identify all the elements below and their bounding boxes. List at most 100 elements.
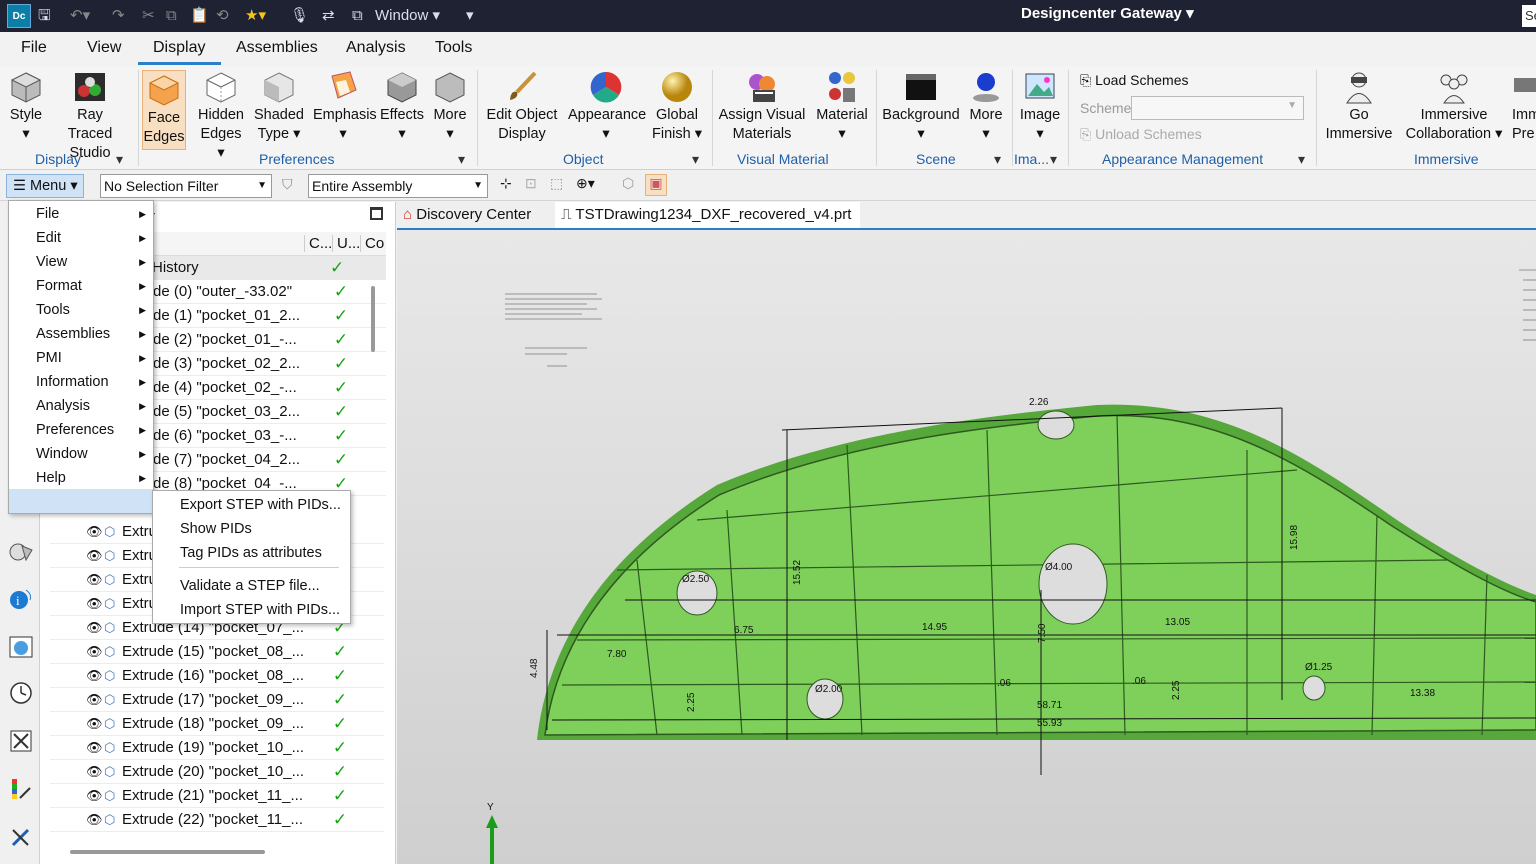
group-display-expand-icon[interactable]: ▾ — [116, 151, 123, 168]
menu-item-format[interactable]: Format ▶ — [9, 274, 153, 298]
menu-item-import-step-pids[interactable]: Import STEP with PIDs... — [180, 599, 340, 621]
tab-analysis[interactable]: Analysis — [346, 39, 406, 57]
copy-icon[interactable]: ⧉ — [166, 4, 177, 28]
menu-item-information[interactable]: Information ▶ — [9, 370, 153, 394]
favorites-star-icon[interactable]: ★▾ — [245, 4, 266, 28]
window-menu[interactable]: Window ▾ — [375, 4, 440, 28]
quick-access-more-icon[interactable]: ▾ — [466, 4, 474, 28]
visibility-eye-icon[interactable]: 👁 — [86, 664, 103, 687]
shaded-type-button[interactable]: Shaded Type ▾ — [254, 70, 304, 144]
group-image-expand-icon[interactable]: ▾ — [1050, 151, 1057, 168]
visibility-eye-icon[interactable]: 👁 — [86, 808, 103, 831]
menu-item-assemblies[interactable]: Assemblies ▶ — [9, 322, 153, 346]
more-display-button[interactable]: More ▾ — [430, 70, 470, 144]
visibility-eye-icon[interactable]: 👁 — [86, 736, 103, 759]
paste-icon[interactable]: 📋 — [190, 4, 209, 28]
cad-model-view[interactable]: 2.26 Ø2.50 15.52 Ø4.00 15.98 6.75 14.95 13.05 7.… — [397, 230, 1536, 864]
visibility-eye-icon[interactable]: 👁 — [86, 760, 103, 783]
menu-item-show-pids[interactable]: Show PIDs — [180, 518, 252, 540]
feature-row[interactable]: 👁 ⬡ Extrude (16) "pocket_08_... ✓ — [50, 664, 384, 688]
history-row[interactable]: History ✓ — [140, 256, 386, 280]
select-component-icon[interactable]: ⬚ — [550, 175, 563, 192]
hidden-edges-button[interactable]: Hidden Edges ▾ — [196, 70, 246, 163]
assembly-scope-dropdown[interactable]: Entire Assembly ▼ — [308, 174, 488, 198]
feature-row[interactable]: 👁 ⬡ Extrude (17) "pocket_09_... ✓ — [50, 688, 384, 712]
immersive-collaboration-button[interactable]: Immersive Collaboration ▾ — [1404, 70, 1504, 144]
go-immersive-button[interactable]: Go Immersive — [1324, 70, 1394, 144]
scheme-dropdown[interactable]: ▼ — [1131, 96, 1304, 120]
menu-item-view[interactable]: View ▶ — [9, 250, 153, 274]
feature-row[interactable]: 👁 ⬡ Extrude (20) "pocket_10_... ✓ — [50, 760, 384, 784]
menu-item-export-step-pids[interactable]: Export STEP with PIDs... — [180, 494, 341, 516]
graphics-window[interactable]: ⌂ Discovery Center ⎍ TSTDrawing1234_DXF_… — [397, 202, 1536, 864]
feature-row[interactable]: de (0) "outer_-33.02" ✓ — [153, 280, 386, 304]
feature-row[interactable]: de (3) "pocket_02_2... ✓ — [153, 352, 386, 376]
menu-item-file[interactable]: File ▶ — [9, 202, 153, 226]
menu-item-validate-step[interactable]: Validate a STEP file... — [180, 575, 320, 597]
feature-row[interactable]: 👁 ⬡ Extrude (21) "pocket_11_... ✓ — [50, 784, 384, 808]
repeat-command-icon[interactable]: ⟲ — [216, 4, 229, 28]
feature-row[interactable]: de (5) "pocket_03_2... ✓ — [153, 400, 386, 424]
group-appearance-management-expand-icon[interactable]: ▾ — [1298, 151, 1305, 168]
tab-discovery-center[interactable]: ⌂ Discovery Center — [397, 202, 547, 228]
menu-item-preferences[interactable]: Preferences ▶ — [9, 418, 153, 442]
highlight-icon[interactable]: ▣ — [645, 174, 667, 196]
assign-visual-materials-button[interactable]: Assign Visual Materials — [718, 70, 806, 144]
edit-object-display-button[interactable]: Edit Object Display — [484, 70, 560, 144]
menu-item-pmi[interactable]: PMI ▶ — [9, 346, 153, 370]
view-cube-icon[interactable]: ⬡ — [622, 175, 634, 192]
feature-row[interactable]: de (1) "pocket_01_2... ✓ — [153, 304, 386, 328]
roles-tools-icon[interactable] — [8, 824, 34, 850]
menu-button[interactable]: ☰ Menu ▾ — [6, 174, 84, 198]
visibility-eye-icon[interactable]: 👁 — [86, 640, 103, 663]
redo-icon[interactable]: ↷ — [112, 4, 125, 28]
image-button[interactable]: Image ▾ — [1018, 70, 1062, 144]
feature-row[interactable]: de (7) "pocket_04_2... ✓ — [153, 448, 386, 472]
horizontal-scrollbar[interactable] — [70, 850, 265, 854]
select-feature-icon[interactable]: ⊹ — [500, 175, 512, 192]
window-switch-icon[interactable]: ⧉ — [352, 4, 363, 28]
immersive-preview-button[interactable]: Imm Pre — [1512, 70, 1536, 144]
app-title[interactable]: Designcenter Gateway ▾ — [1021, 4, 1194, 24]
feature-row[interactable]: 👁 ⬡ Extrude (22) "pocket_11_... ✓ — [50, 808, 384, 832]
visibility-eye-icon[interactable]: 👁 — [86, 592, 103, 615]
selection-filter-dropdown[interactable]: No Selection Filter ▼ — [100, 174, 272, 198]
info-icon[interactable]: i — [8, 586, 34, 612]
column-header[interactable]: C... — [304, 235, 332, 252]
tab-part-file[interactable]: ⎍ TSTDrawing1234_DXF_recovered_v4.prt ✕ — [555, 202, 860, 249]
unload-schemes-button[interactable]: ⎘ Unload Schemes — [1080, 126, 1202, 143]
filter-icon[interactable]: ⛉ — [282, 176, 293, 193]
group-scene-expand-icon[interactable]: ▾ — [994, 151, 1001, 168]
tab-display[interactable]: Display — [153, 39, 205, 57]
tab-file[interactable]: File — [21, 39, 47, 57]
select-body-icon[interactable]: ⊡ — [525, 175, 537, 192]
feature-row[interactable]: de (4) "pocket_02_-... ✓ — [153, 376, 386, 400]
menu-item-edit[interactable]: Edit ▶ — [9, 226, 153, 250]
menu-item-help[interactable]: Help ▶ — [9, 466, 153, 490]
menu-item-analysis[interactable]: Analysis ▶ — [9, 394, 153, 418]
visibility-eye-icon[interactable]: 👁 — [86, 688, 103, 711]
color-palette-icon[interactable] — [8, 776, 34, 802]
visibility-eye-icon[interactable]: 👁 — [86, 568, 103, 591]
feature-row[interactable]: 👁 ⬡ Extrude (18) "pocket_09_... ✓ — [50, 712, 384, 736]
ray-traced-studio-button[interactable]: Ray Traced Studio — [55, 70, 125, 163]
menu-item-window[interactable]: Window ▶ — [9, 442, 153, 466]
touch-mode-icon[interactable]: ⇄ — [322, 4, 335, 28]
effects-button[interactable]: Effects ▾ — [380, 70, 424, 144]
group-preferences-expand-icon[interactable]: ▾ — [458, 151, 465, 168]
tab-assemblies[interactable]: Assemblies — [236, 39, 318, 57]
background-button[interactable]: Background ▾ — [882, 70, 960, 144]
vertical-scrollbar[interactable] — [371, 286, 375, 352]
visibility-eye-icon[interactable]: 👁 — [86, 784, 103, 807]
face-edges-button[interactable]: Face Edges — [142, 70, 186, 150]
reuse-library-icon[interactable] — [8, 728, 34, 754]
history-clock-icon[interactable] — [8, 680, 34, 706]
more-scene-button[interactable]: More ▾ — [966, 70, 1006, 144]
column-header[interactable]: Co — [360, 235, 384, 252]
cut-icon[interactable]: ✂ — [142, 4, 155, 28]
visibility-eye-icon[interactable]: 👁 — [86, 520, 103, 543]
load-schemes-button[interactable]: ⎘ Load Schemes — [1080, 72, 1189, 89]
feature-row[interactable]: de (6) "pocket_03_-... ✓ — [153, 424, 386, 448]
menu-item-tag-pids[interactable]: Tag PIDs as attributes — [180, 542, 322, 564]
tab-tools[interactable]: Tools — [435, 39, 472, 57]
